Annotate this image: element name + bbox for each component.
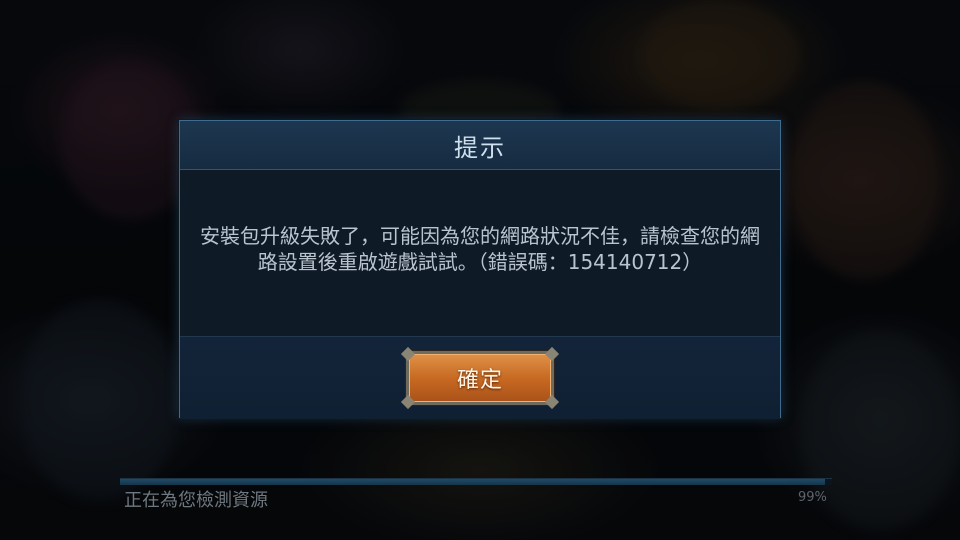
loading-percent: 99%	[798, 490, 827, 505]
button-corner-ornament	[400, 394, 416, 410]
dialog-header: 提示	[180, 121, 780, 170]
loading-progress-bar	[120, 478, 832, 485]
dialog-message: 安裝包升級失敗了，可能因為您的網路狀況不佳，請檢查您的網路設置後重啟遊戲試試。（…	[200, 224, 760, 274]
loading-status-text: 正在為您檢測資源	[124, 490, 268, 511]
dialog-body: 安裝包升級失敗了，可能因為您的網路狀況不佳，請檢查您的網路設置後重啟遊戲試試。（…	[180, 170, 780, 336]
confirm-button[interactable]: 確定	[400, 351, 560, 410]
alert-dialog: 提示 安裝包升級失敗了，可能因為您的網路狀況不佳，請檢查您的網路設置後重啟遊戲試…	[179, 120, 781, 419]
dialog-title: 提示	[454, 133, 506, 162]
loading-progress-fill	[120, 479, 825, 485]
confirm-button-label: 確定	[456, 368, 503, 393]
button-corner-ornament	[544, 394, 560, 410]
game-loading-screen: 提示 安裝包升級失敗了，可能因為您的網路狀況不佳，請檢查您的網路設置後重啟遊戲試…	[0, 0, 960, 540]
dialog-footer: 確定	[180, 336, 780, 419]
